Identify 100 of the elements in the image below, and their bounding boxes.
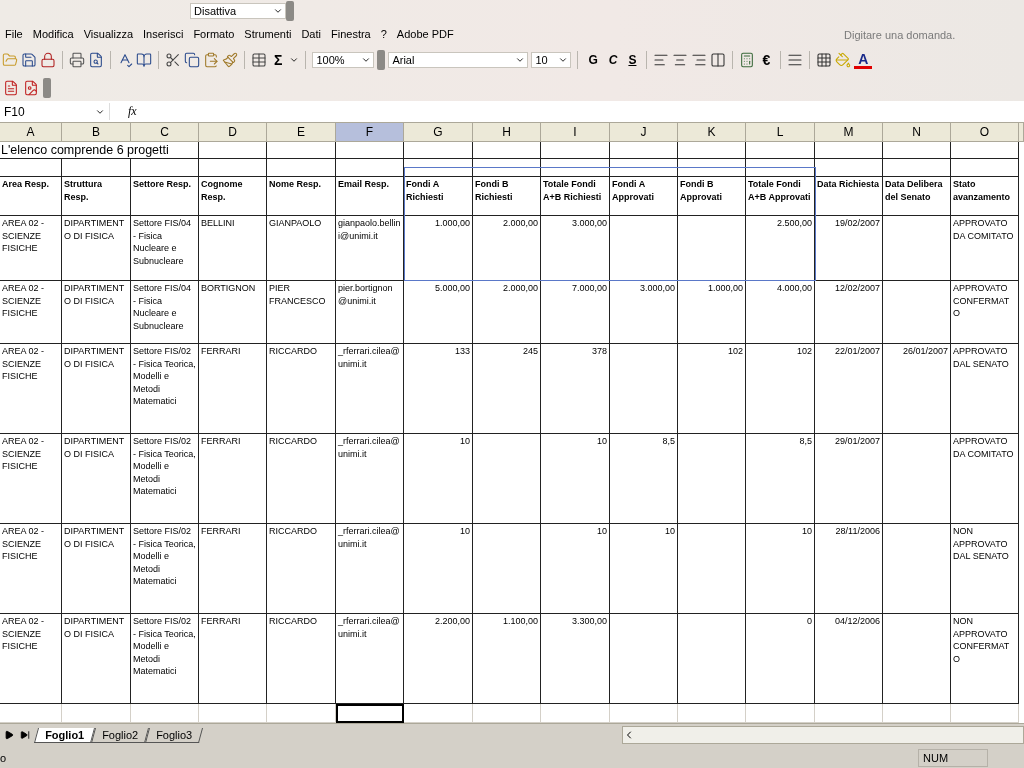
bold-button[interactable]: G xyxy=(584,53,602,67)
menu-item[interactable]: Finestra xyxy=(326,28,376,40)
table-cell: NON APPROVATO CONFERMATO xyxy=(951,614,1019,704)
menu-item[interactable]: Dati xyxy=(296,28,326,40)
column-header[interactable]: M xyxy=(815,123,883,142)
table-cell: 3.300,00 xyxy=(541,614,610,704)
lock-icon[interactable] xyxy=(40,52,56,68)
table-cell: GIANPAOLO xyxy=(267,216,336,281)
currency-button[interactable]: € xyxy=(758,52,775,68)
menu-item[interactable]: Strumenti xyxy=(239,28,297,40)
menu-item[interactable]: Visualizza xyxy=(78,28,139,40)
zoom-dropdown[interactable]: 100% xyxy=(312,52,375,68)
autosum-button[interactable]: Σ xyxy=(270,52,287,68)
pdf-icon[interactable] xyxy=(23,79,39,96)
column-header[interactable]: E xyxy=(267,123,336,142)
borders-icon[interactable] xyxy=(816,52,833,68)
column-header[interactable]: K xyxy=(678,123,746,142)
empty-cell xyxy=(815,159,883,177)
empty-cell xyxy=(267,142,336,159)
menu-item[interactable]: File xyxy=(0,28,28,40)
table-cell: DIPARTIMENTO DI FISICA xyxy=(62,281,131,344)
toolbar-grip[interactable] xyxy=(43,77,51,98)
column-heading: Nome Resp. xyxy=(267,177,336,216)
empty-cell xyxy=(951,142,1019,159)
column-header[interactable]: J xyxy=(610,123,678,142)
horizontal-scrollbar[interactable] xyxy=(622,726,1024,744)
toolbar-grip[interactable] xyxy=(377,50,386,70)
calculator-icon[interactable] xyxy=(739,52,756,68)
table-cell: 102 xyxy=(746,344,815,434)
column-header[interactable]: F xyxy=(336,123,404,142)
underline-button[interactable]: S xyxy=(624,53,641,67)
table-cell: Settore FIS/04 - Fisica Nucleare e Subnucleare xyxy=(131,216,199,281)
table-cell: 1.000,00 xyxy=(678,281,746,344)
table-cell: 7.000,00 xyxy=(541,281,610,344)
last-sheet-icon[interactable] xyxy=(20,730,30,740)
menu-item[interactable]: Adobe PDF xyxy=(391,28,459,40)
paintbrush-icon[interactable] xyxy=(222,52,238,68)
table-cell: 1.000,00 xyxy=(404,216,473,281)
column-header[interactable]: L xyxy=(746,123,815,142)
sheet-tab[interactable]: Foglio3 xyxy=(145,727,204,743)
book-icon[interactable] xyxy=(136,52,152,68)
column-header[interactable]: D xyxy=(199,123,267,142)
table-cell: FERRARI xyxy=(199,344,267,434)
empty-cell xyxy=(610,159,678,177)
column-header[interactable]: A xyxy=(0,123,62,142)
table-cell: 378 xyxy=(541,344,610,434)
indent-icon[interactable] xyxy=(787,52,804,68)
table-cell: 26/01/2007 xyxy=(883,344,951,434)
column-header[interactable]: B xyxy=(62,123,131,142)
empty-cell xyxy=(404,142,473,159)
caret-icon xyxy=(558,55,569,65)
help-search-field[interactable]: Digitare una domanda. xyxy=(842,26,996,44)
pdf-icon[interactable] xyxy=(3,79,19,96)
align-left-icon[interactable] xyxy=(653,52,670,68)
column-header[interactable]: G xyxy=(404,123,473,142)
table-cell: FERRARI xyxy=(199,434,267,524)
table-cell: RICCARDO xyxy=(267,524,336,614)
copy-icon[interactable] xyxy=(184,52,200,68)
table-cell: RICCARDO xyxy=(267,434,336,524)
table-cell: APPROVATO CONFERMATO xyxy=(951,281,1019,344)
active-cell[interactable] xyxy=(336,704,404,723)
printer-icon[interactable] xyxy=(69,52,85,68)
menu-item[interactable]: ? xyxy=(375,28,392,40)
preview-icon[interactable] xyxy=(88,52,104,68)
table-cell: 2.000,00 xyxy=(473,281,541,344)
column-header[interactable]: N xyxy=(883,123,951,142)
table-cell: AREA 02 - SCIENZE FISICHE xyxy=(0,434,62,524)
num-lock-indicator: NUM xyxy=(918,749,988,767)
table-cell: 10 xyxy=(541,524,610,614)
toolbar-grip[interactable] xyxy=(286,1,294,21)
column-header[interactable]: C xyxy=(131,123,199,142)
empty-cell xyxy=(883,281,951,344)
save-icon[interactable] xyxy=(21,52,37,68)
column-header[interactable]: O xyxy=(951,123,1019,142)
font-size-dropdown[interactable]: 10 xyxy=(531,52,572,68)
italic-button[interactable]: C xyxy=(604,53,622,67)
sheet-tab[interactable]: Foglio1 xyxy=(34,727,96,743)
next-sheet-icon[interactable] xyxy=(4,730,14,740)
table-cell: gianpaolo.bellini@unimi.it xyxy=(336,216,404,281)
scissors-icon[interactable] xyxy=(165,52,181,68)
paste-icon[interactable] xyxy=(203,52,219,68)
font-dropdown[interactable]: Arial xyxy=(388,52,529,68)
table-icon[interactable] xyxy=(251,52,267,68)
align-center-icon[interactable] xyxy=(672,52,689,68)
menu-item[interactable]: Modifica xyxy=(27,28,79,40)
name-box[interactable]: F10 xyxy=(0,103,110,120)
empty-cell xyxy=(199,142,267,159)
fill-color-icon[interactable] xyxy=(835,52,852,68)
menu-item[interactable]: Formato xyxy=(188,28,240,40)
font-color-button[interactable]: A xyxy=(854,51,873,69)
align-right-icon[interactable] xyxy=(691,52,708,68)
menu-item[interactable]: Inserisci xyxy=(138,28,189,40)
table-cell: DIPARTIMENTO DI FISICA xyxy=(62,344,131,434)
merge-icon[interactable] xyxy=(710,52,727,68)
sheet-tab[interactable]: Foglio2 xyxy=(91,727,150,743)
table-cell: pier.bortignon@unimi.it xyxy=(336,281,404,344)
column-header[interactable]: H xyxy=(473,123,541,142)
spellcheck-icon[interactable] xyxy=(117,52,133,68)
column-header[interactable]: I xyxy=(541,123,610,142)
style-dropdown[interactable]: Disattiva xyxy=(190,3,286,19)
